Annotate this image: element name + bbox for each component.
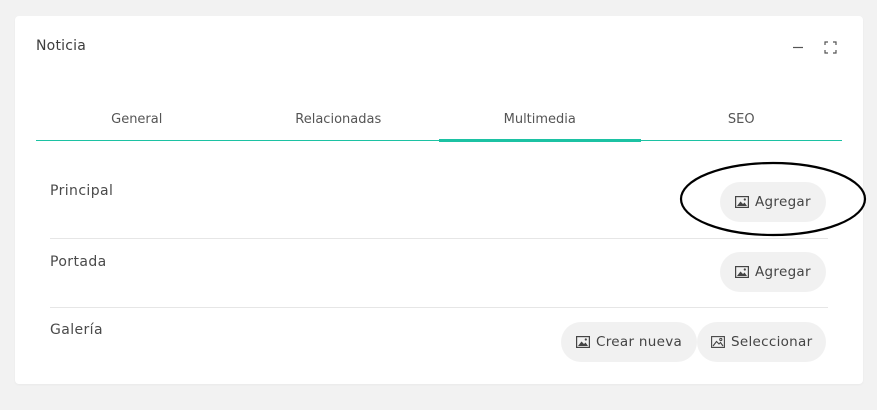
image-icon <box>735 196 749 208</box>
minimize-icon[interactable] <box>791 40 805 54</box>
tab-bar: General Relacionadas Multimedia SEO <box>36 110 843 142</box>
card-title: Noticia <box>36 38 86 54</box>
section-divider <box>50 238 828 239</box>
principal-agregar-label: Agregar <box>755 194 811 210</box>
section-label-portada: Portada <box>50 254 107 270</box>
galeria-seleccionar-label: Seleccionar <box>731 334 813 350</box>
section-label-galeria: Galería <box>50 322 103 338</box>
galeria-crear-nueva-button[interactable]: Crear nueva <box>561 322 698 362</box>
section-label-principal: Principal <box>50 183 114 199</box>
image-icon <box>735 266 749 278</box>
image-icon <box>576 336 590 348</box>
principal-agregar-button[interactable]: Agregar <box>720 182 826 222</box>
galeria-seleccionar-button[interactable]: Seleccionar <box>697 322 827 362</box>
galeria-crear-nueva-label: Crear nueva <box>596 334 683 350</box>
images-icon <box>711 336 725 348</box>
expand-icon[interactable] <box>823 40 837 54</box>
portada-agregar-button[interactable]: Agregar <box>720 252 826 292</box>
tab-relacionadas[interactable]: Relacionadas <box>238 110 440 140</box>
portada-agregar-label: Agregar <box>755 264 811 280</box>
tab-general[interactable]: General <box>36 110 238 140</box>
tab-multimedia[interactable]: Multimedia <box>439 110 641 142</box>
tab-seo[interactable]: SEO <box>641 110 843 140</box>
card-tools <box>791 40 837 54</box>
noticia-card: Noticia General Relacionadas Multimedia … <box>15 16 867 384</box>
section-divider <box>50 307 828 308</box>
